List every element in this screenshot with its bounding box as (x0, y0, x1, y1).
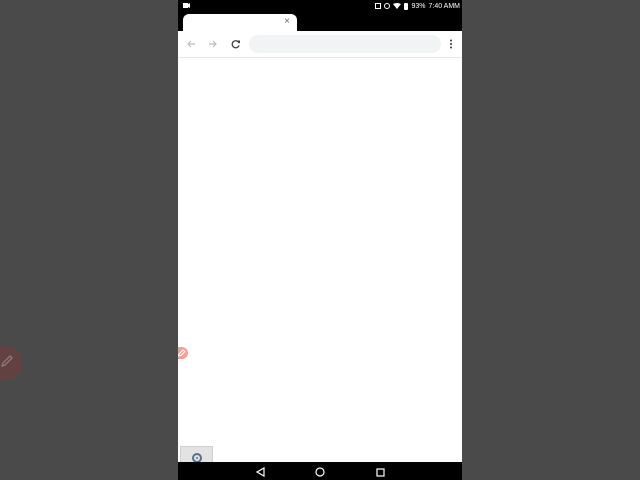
browser-tab[interactable]: × (183, 14, 297, 31)
back-triangle-icon (255, 467, 265, 477)
reload-icon (231, 40, 240, 49)
home-circle-icon (315, 467, 325, 477)
more-vert-icon (450, 39, 452, 49)
back-button[interactable] (184, 37, 198, 51)
status-bar: 93% 7:40 AMM (178, 0, 462, 12)
image-icon (375, 3, 382, 9)
battery-percent: 93% (411, 2, 426, 10)
nav-back-button[interactable] (254, 466, 266, 478)
page-content[interactable] (178, 58, 462, 462)
forward-arrow-icon (209, 40, 217, 48)
back-arrow-icon (187, 40, 195, 48)
camera-icon (183, 3, 190, 8)
floating-pen-shadow (0, 346, 22, 380)
floating-pen-button[interactable] (178, 347, 188, 359)
recents-square-icon (375, 467, 385, 477)
nav-home-button[interactable] (314, 466, 326, 478)
nav-recents-button[interactable] (374, 466, 386, 478)
reload-button[interactable] (229, 37, 243, 51)
more-menu-button[interactable] (444, 37, 458, 51)
navigation-bar (178, 462, 462, 480)
clock: 7:40 AMM (428, 2, 460, 10)
pen-icon (178, 349, 186, 357)
forward-button[interactable] (206, 37, 220, 51)
wifi-icon (393, 3, 402, 9)
address-bar[interactable] (249, 35, 441, 53)
browser-toolbar (178, 31, 462, 58)
pen-icon (0, 355, 13, 368)
device-screen: 93% 7:40 AMM × (178, 0, 462, 480)
close-icon[interactable]: × (282, 17, 292, 27)
do-not-disturb-icon (384, 3, 391, 9)
battery-icon (404, 2, 409, 10)
tab-strip: × (178, 12, 462, 31)
